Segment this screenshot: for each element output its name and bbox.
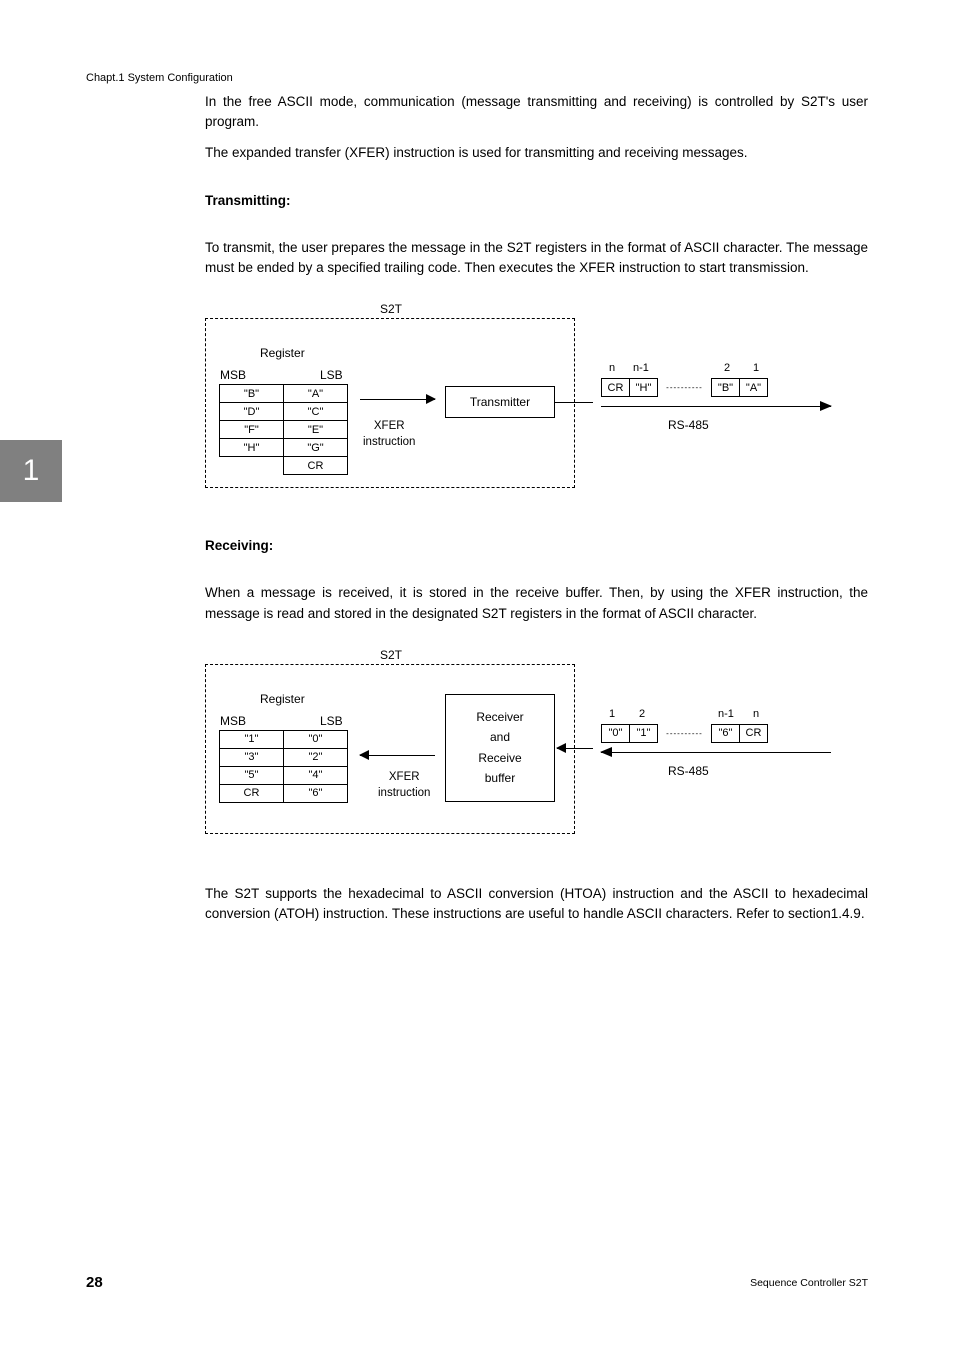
lsb-label-rx: LSB <box>320 714 343 728</box>
register-label: Register <box>260 346 305 360</box>
paragraph-receiving: When a message is received, it is stored… <box>205 583 868 624</box>
rs485-tx-arrow <box>601 406 831 407</box>
xfer-label-tx: XFERinstruction <box>363 418 415 450</box>
arrow-to-transmitter <box>360 399 435 400</box>
tx-idx-n: n <box>609 362 615 374</box>
diagram-transmitting: S2T Register MSB LSB "B""A" "D""C" "F""E… <box>205 298 868 498</box>
side-chapter-tab: 1 <box>0 440 62 502</box>
tx-idx-1: 1 <box>753 362 759 374</box>
receiver-box: Receiver and Receive buffer <box>445 694 555 802</box>
rx-idx-1: 1 <box>609 708 615 720</box>
paragraph-conversion: The S2T supports the hexadecimal to ASCI… <box>205 884 868 925</box>
page-content: In the free ASCII mode, communication (m… <box>205 92 868 934</box>
tx-stream-table: CR "H" ---------- "B" "A" <box>601 378 768 397</box>
rx-idx-n1: n-1 <box>718 708 734 720</box>
rx-stream-table: "0" "1" ---------- "6" CR <box>601 724 768 743</box>
s2t-box-label: S2T <box>380 302 402 316</box>
rx-idx-2: 2 <box>639 708 645 720</box>
paragraph-intro-1: In the free ASCII mode, communication (m… <box>205 92 868 133</box>
arrow-from-receiver <box>360 755 435 756</box>
chapter-header: Chapt.1 System Configuration <box>86 72 233 84</box>
heading-transmitting: Transmitting: <box>205 193 868 208</box>
rs485-rx-arrow <box>601 752 831 753</box>
conn-line-rx <box>557 748 593 749</box>
heading-receiving: Receiving: <box>205 538 868 553</box>
register-label-rx: Register <box>260 692 305 706</box>
xfer-label-rx: XFERinstruction <box>378 769 430 801</box>
s2t-box-label-rx: S2T <box>380 648 402 662</box>
rs485-tx-label: RS-485 <box>668 418 709 432</box>
transmitter-box: Transmitter <box>445 386 555 418</box>
rx-register-table: "1""0" "3""2" "5""4" CR"6" <box>219 730 348 803</box>
msb-label-rx: MSB <box>220 714 246 728</box>
footer-text: Sequence Controller S2T <box>750 1277 868 1289</box>
paragraph-intro-2: The expanded transfer (XFER) instruction… <box>205 143 868 163</box>
paragraph-transmitting: To transmit, the user prepares the messa… <box>205 238 868 279</box>
diagram-receiving: S2T Register MSB LSB "1""0" "3""2" "5""4… <box>205 644 868 844</box>
conn-line-tx <box>555 402 593 403</box>
tx-register-table: "B""A" "D""C" "F""E" "H""G" CR <box>219 384 348 475</box>
page-number: 28 <box>86 1274 103 1291</box>
msb-label: MSB <box>220 368 246 382</box>
rs485-rx-label: RS-485 <box>668 764 709 778</box>
rx-idx-n: n <box>753 708 759 720</box>
lsb-label: LSB <box>320 368 343 382</box>
tx-idx-2: 2 <box>724 362 730 374</box>
tx-idx-n1: n-1 <box>633 362 649 374</box>
